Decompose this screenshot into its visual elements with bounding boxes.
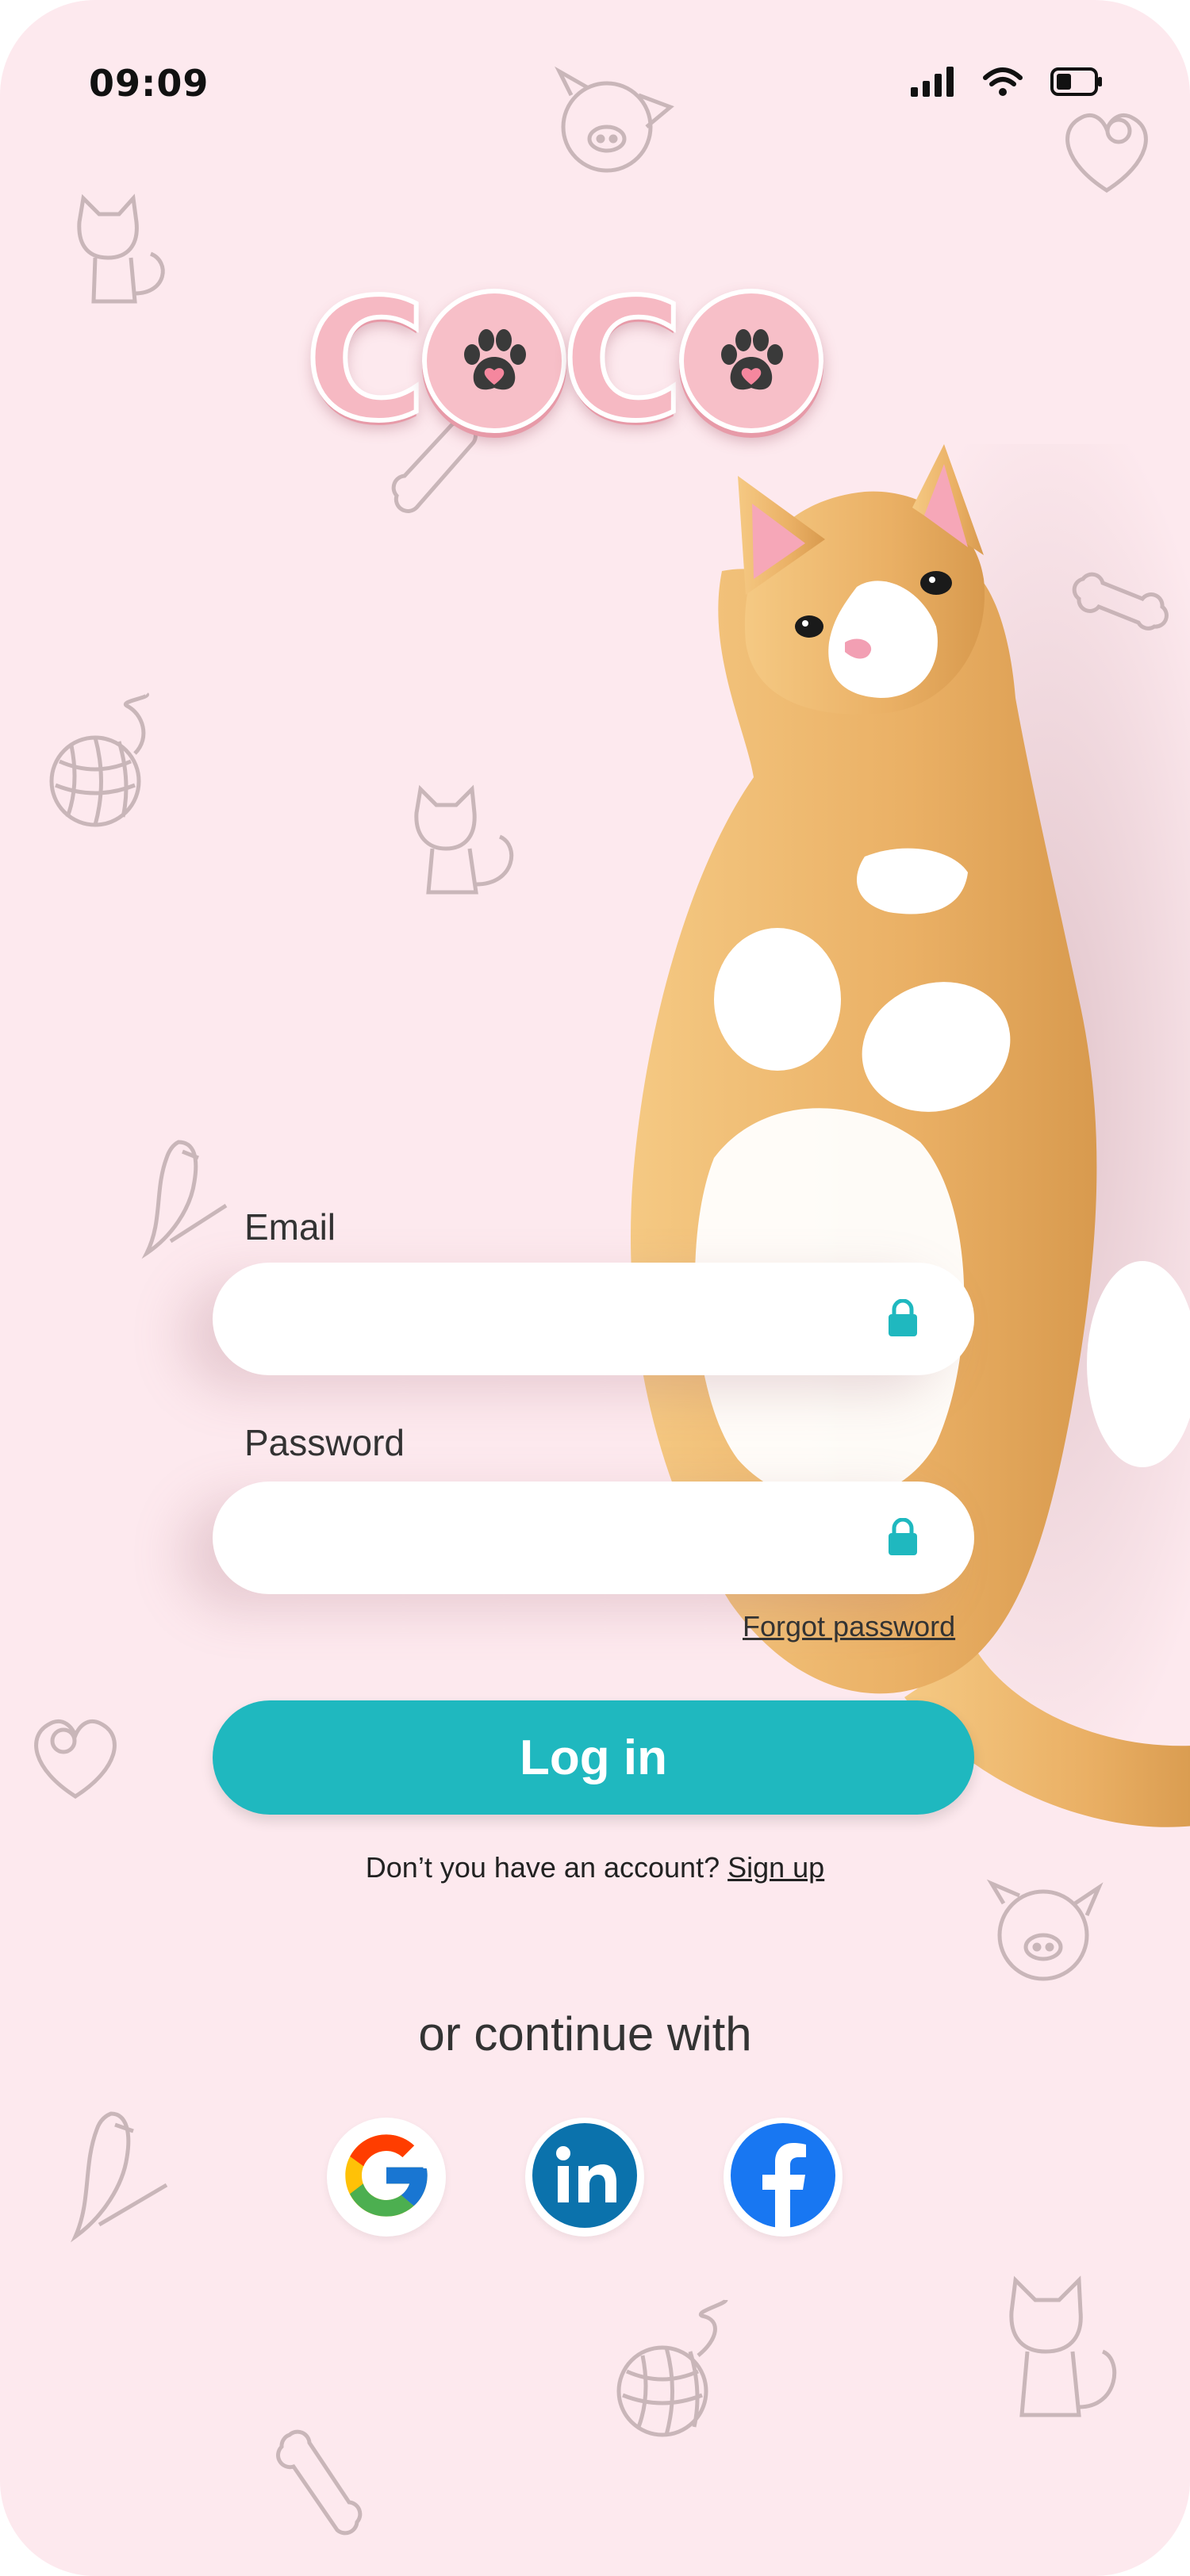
- bird-doodle-icon: [63, 2106, 175, 2248]
- email-label: Email: [244, 1206, 336, 1248]
- pig-doodle-icon: [551, 59, 678, 178]
- lock-icon: [887, 1298, 919, 1340]
- signup-prompt: Don’t you have an account?: [365, 1851, 720, 1884]
- linkedin-icon: [531, 2122, 639, 2233]
- app-logo: C C: [302, 275, 860, 447]
- bone-doodle-icon: [270, 2423, 373, 2542]
- continue-with-heading: or continue with: [418, 2007, 752, 2060]
- yarn-ball-doodle-icon: [615, 2296, 734, 2439]
- login-button[interactable]: Log in: [213, 1700, 974, 1815]
- cat-doodle-icon: [405, 781, 524, 900]
- cellular-signal-icon: [911, 67, 955, 100]
- wifi-icon: [982, 67, 1023, 100]
- signup-prompt-line: Don’t you have an account? Sign up: [0, 1851, 1190, 1884]
- password-field[interactable]: [260, 1482, 882, 1596]
- logo-letter: C: [559, 263, 686, 458]
- google-icon: [337, 2126, 436, 2228]
- password-field-container: [213, 1482, 974, 1596]
- paw-icon: [679, 289, 824, 433]
- login-screen: 09:09 C C Email Password Forgot password…: [0, 0, 1190, 2576]
- status-icons: [911, 67, 1103, 100]
- lock-icon: [887, 1517, 919, 1559]
- yarn-ball-doodle-icon: [48, 690, 159, 833]
- cat-doodle-icon: [63, 190, 175, 309]
- status-time: 09:09: [89, 62, 209, 105]
- email-field[interactable]: [260, 1263, 882, 1377]
- logo-letter: C: [302, 263, 429, 458]
- paw-icon: [422, 289, 567, 433]
- dog-heart-doodle-icon: [24, 1705, 127, 1804]
- facebook-login-button[interactable]: [724, 2118, 843, 2237]
- battery-icon: [1050, 67, 1103, 99]
- cat-doodle-icon: [1000, 2272, 1127, 2423]
- signup-link[interactable]: Sign up: [727, 1851, 824, 1884]
- password-label: Password: [244, 1422, 405, 1463]
- linkedin-login-button[interactable]: [525, 2118, 644, 2237]
- facebook-icon: [729, 2122, 837, 2233]
- email-field-container: [213, 1263, 974, 1377]
- pig-doodle-icon: [980, 1868, 1107, 1987]
- forgot-password-link[interactable]: Forgot password: [743, 1610, 955, 1643]
- cat-illustration: [603, 381, 1190, 1864]
- bird-doodle-icon: [139, 1134, 234, 1261]
- dog-heart-doodle-icon: [1055, 99, 1158, 198]
- google-login-button[interactable]: [327, 2118, 446, 2237]
